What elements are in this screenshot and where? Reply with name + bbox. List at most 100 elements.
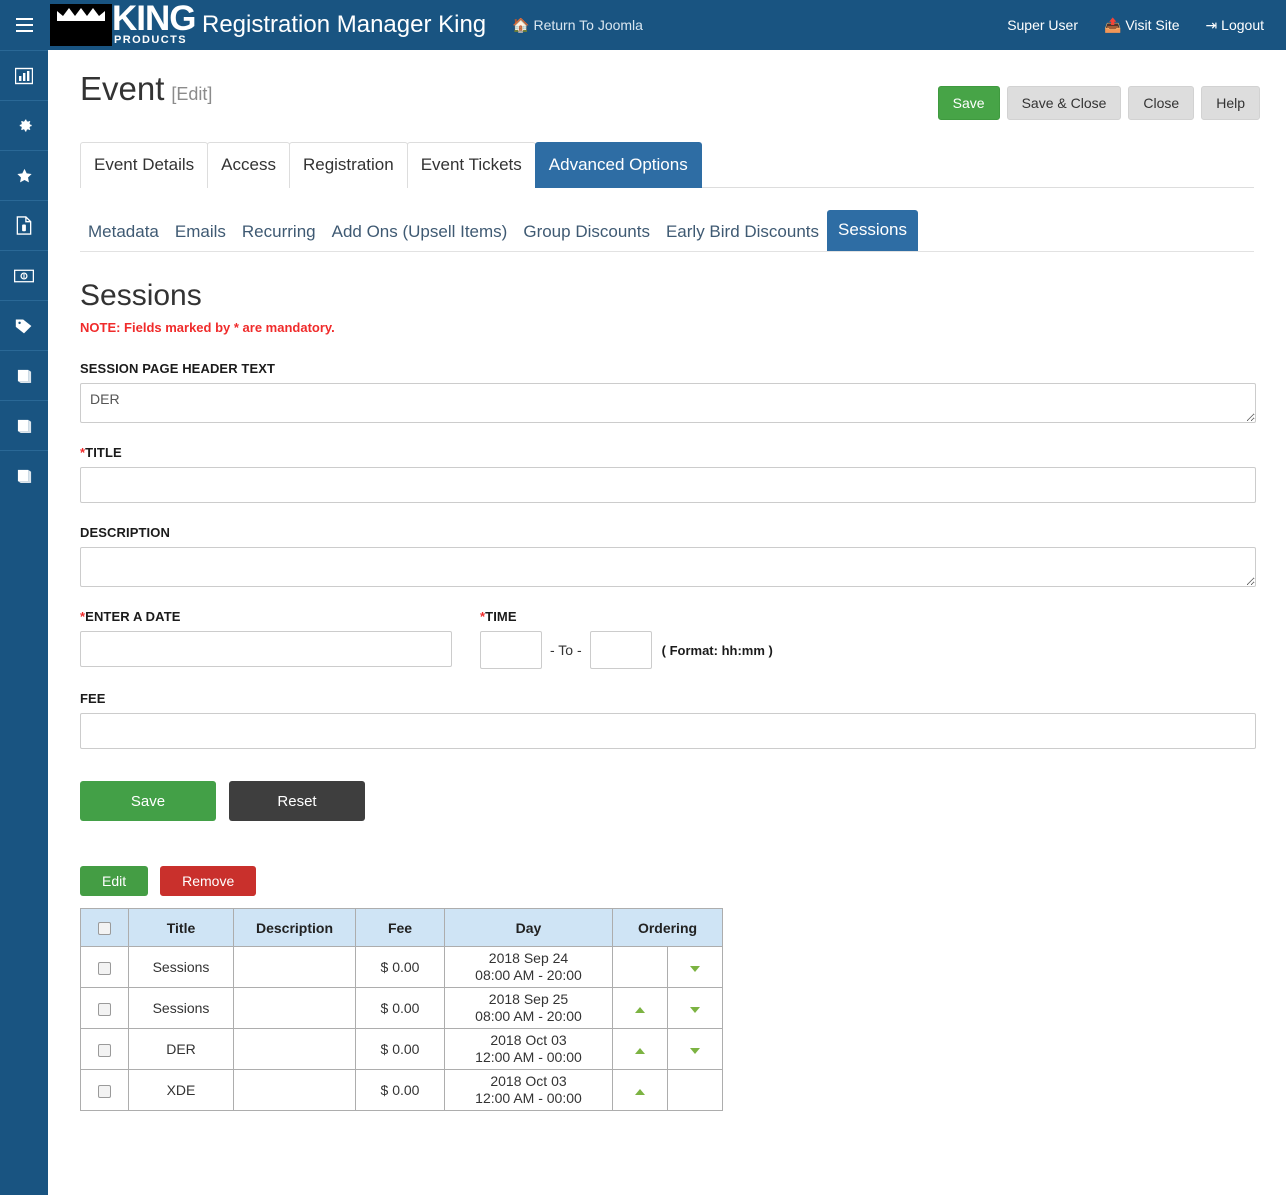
cell-order-up xyxy=(612,987,668,1029)
row-checkbox[interactable] xyxy=(98,1002,111,1016)
session-page-header-text-label: SESSION PAGE HEADER TEXT xyxy=(80,361,276,376)
edit-button[interactable]: Edit xyxy=(80,866,149,896)
tab-advanced-options[interactable]: Advanced Options xyxy=(534,142,702,188)
column-fee[interactable]: Fee xyxy=(355,908,445,947)
cell-day: 2018 Oct 03 12:00 AM - 00:00 xyxy=(444,1028,613,1070)
cell-title: DER xyxy=(128,1028,234,1070)
visit-site-label: Visit Site xyxy=(1125,16,1180,33)
top-header-bar: KING PRODUCTS Registration Manager King … xyxy=(48,0,1286,50)
sidebar-item-featured[interactable] xyxy=(0,150,48,200)
sidebar-item-book-2[interactable] xyxy=(0,400,48,450)
subtab-recurring[interactable]: Recurring xyxy=(234,214,324,251)
logout-link[interactable]: ⇥ Logout xyxy=(1206,17,1264,34)
cell-description xyxy=(233,987,356,1029)
cell-title: Sessions xyxy=(128,946,234,988)
title-input[interactable] xyxy=(80,467,1256,503)
user-menu[interactable]: Super User xyxy=(1007,17,1078,33)
save-button[interactable]: Save xyxy=(937,86,1000,120)
description-input[interactable] xyxy=(80,547,1256,587)
tab-event-tickets[interactable]: Event Tickets xyxy=(406,142,536,188)
time-separator-label: - To - xyxy=(550,642,582,658)
sidebar-item-book-3[interactable] xyxy=(0,450,48,500)
cell-order-down xyxy=(667,1069,723,1111)
move-down-icon[interactable] xyxy=(690,966,700,972)
cell-description xyxy=(233,1069,356,1111)
subtab-emails[interactable]: Emails xyxy=(167,214,234,251)
field-title: *TITLE xyxy=(80,445,1258,503)
visit-site-link[interactable]: 📤 Visit Site xyxy=(1104,17,1180,34)
column-title[interactable]: Title xyxy=(128,908,234,947)
fee-input[interactable] xyxy=(80,713,1256,749)
page-header: Event [Edit] Save Save & Close Close Help xyxy=(48,50,1286,122)
sidebar-item-document[interactable] xyxy=(0,200,48,250)
sidebar-item-tags[interactable] xyxy=(0,300,48,350)
subtab-sessions[interactable]: Sessions xyxy=(827,210,919,251)
subtab-early-bird-discounts[interactable]: Early Bird Discounts xyxy=(658,214,827,251)
page-title: Event [Edit] xyxy=(80,70,212,113)
cell-day-time: 08:00 AM - 20:00 xyxy=(475,1008,582,1024)
session-save-button[interactable]: Save xyxy=(80,781,216,821)
return-to-joomla-link[interactable]: 🏠 Return To Joomla xyxy=(512,17,643,34)
tag-icon xyxy=(14,317,34,335)
move-up-icon[interactable] xyxy=(635,1048,645,1054)
row-checkbox[interactable] xyxy=(98,1043,111,1057)
save-and-close-button[interactable]: Save & Close xyxy=(1006,86,1122,120)
column-day[interactable]: Day xyxy=(444,908,613,947)
close-button[interactable]: Close xyxy=(1128,86,1195,120)
session-page-header-text-input[interactable] xyxy=(80,383,1256,423)
row-checkbox[interactable] xyxy=(98,1084,111,1098)
menu-toggle-button[interactable] xyxy=(0,0,48,50)
column-select-all xyxy=(80,908,129,947)
remove-button[interactable]: Remove xyxy=(160,866,257,896)
row-select-cell xyxy=(80,1028,129,1070)
page-title-mode: [Edit] xyxy=(171,84,213,104)
sidebar-item-dashboard[interactable] xyxy=(0,50,48,100)
title-label: *TITLE xyxy=(80,445,1258,460)
main-content: Event [Edit] Save Save & Close Close Help… xyxy=(48,50,1286,1195)
subtab-metadata[interactable]: Metadata xyxy=(80,214,167,251)
session-reset-button[interactable]: Reset xyxy=(229,781,365,821)
tab-event-details[interactable]: Event Details xyxy=(80,142,209,188)
date-input[interactable] xyxy=(80,631,452,667)
top-header-right-group: Super User 📤 Visit Site ⇥ Logout xyxy=(1007,17,1286,34)
sessions-table-body: Sessions $ 0.00 2018 Sep 24 08:00 AM - 2… xyxy=(80,946,723,1111)
document-icon xyxy=(16,216,32,235)
bar-chart-icon xyxy=(15,67,33,85)
book-icon xyxy=(16,418,33,434)
cell-day: 2018 Sep 24 08:00 AM - 20:00 xyxy=(444,946,613,988)
move-down-icon[interactable] xyxy=(690,1048,700,1054)
advanced-options-subtabs: Metadata Emails Recurring Add Ons (Upsel… xyxy=(80,210,1254,252)
table-row: Sessions $ 0.00 2018 Sep 24 08:00 AM - 2… xyxy=(80,946,723,988)
field-time: *TIME - To - ( Format: hh:mm ) xyxy=(480,609,773,669)
cell-fee: $ 0.00 xyxy=(355,1028,445,1070)
king-products-logo[interactable]: KING PRODUCTS xyxy=(50,1,196,48)
column-ordering[interactable]: Ordering xyxy=(612,908,723,947)
subtab-add-ons[interactable]: Add Ons (Upsell Items) xyxy=(324,214,516,251)
move-up-icon[interactable] xyxy=(635,1007,645,1013)
sidebar-item-book-1[interactable] xyxy=(0,350,48,400)
sidebar-item-settings[interactable] xyxy=(0,100,48,150)
select-all-checkbox[interactable] xyxy=(98,922,111,936)
sessions-table-head: Title Description Fee Day Ordering xyxy=(80,908,723,947)
subtab-group-discounts[interactable]: Group Discounts xyxy=(515,214,658,251)
logout-icon: ⇥ xyxy=(1205,16,1218,33)
cell-fee: $ 0.00 xyxy=(355,987,445,1029)
external-link-icon: 📤 xyxy=(1104,16,1122,33)
help-button[interactable]: Help xyxy=(1201,86,1260,120)
time-from-input[interactable] xyxy=(480,631,542,669)
cell-day-time: 08:00 AM - 20:00 xyxy=(475,967,582,983)
cell-day-time: 12:00 AM - 00:00 xyxy=(475,1090,582,1106)
time-to-input[interactable] xyxy=(589,631,652,669)
enter-a-date-label-text: ENTER A DATE xyxy=(85,609,181,624)
tab-registration[interactable]: Registration xyxy=(288,142,408,188)
logout-label: Logout xyxy=(1221,16,1264,33)
move-up-icon[interactable] xyxy=(635,1089,645,1095)
cell-fee: $ 0.00 xyxy=(355,946,445,988)
sidebar-item-payments[interactable] xyxy=(0,250,48,300)
move-down-icon[interactable] xyxy=(690,1007,700,1013)
column-description[interactable]: Description xyxy=(233,908,356,947)
row-checkbox[interactable] xyxy=(98,961,111,975)
tab-access[interactable]: Access xyxy=(207,142,290,188)
logo-products-text: PRODUCTS xyxy=(114,34,187,46)
book-icon xyxy=(16,468,33,484)
